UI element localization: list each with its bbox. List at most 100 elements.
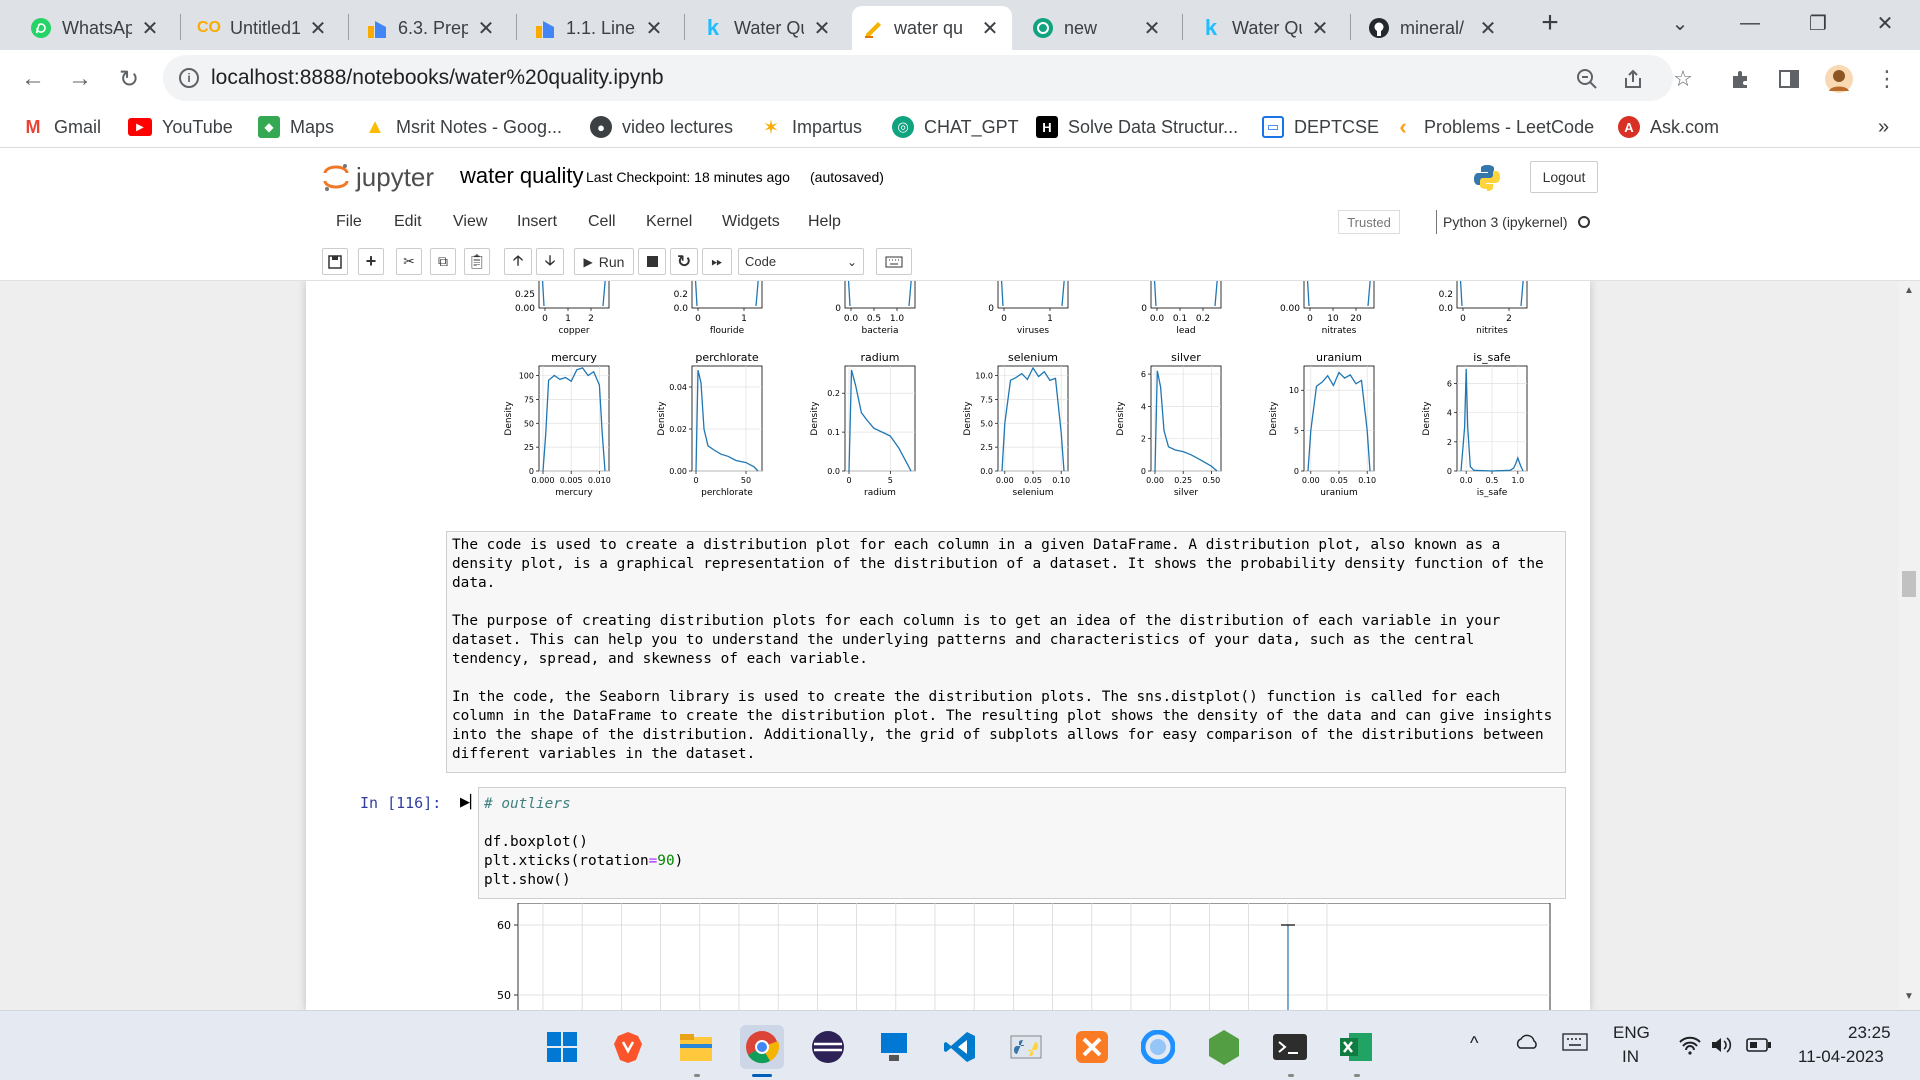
keyboard-tray-icon[interactable] bbox=[1562, 1033, 1588, 1051]
address-bar[interactable]: i localhost:8888/notebooks/water%20quali… bbox=[163, 55, 1673, 101]
close-icon[interactable]: ✕ bbox=[1308, 16, 1332, 41]
tab-jupyter-active[interactable]: water qu ✕ bbox=[852, 6, 1012, 50]
windows-start-icon[interactable] bbox=[540, 1025, 584, 1069]
close-icon[interactable]: ✕ bbox=[1140, 16, 1164, 41]
new-tab-button[interactable]: + bbox=[1520, 0, 1580, 46]
url-text[interactable]: localhost:8888/notebooks/water%20quality… bbox=[211, 66, 664, 90]
scroll-up-icon[interactable]: ▲ bbox=[1904, 285, 1914, 296]
chrome-icon[interactable] bbox=[740, 1025, 784, 1069]
run-button[interactable]: ▶ Run bbox=[574, 248, 634, 275]
close-icon[interactable]: ✕ bbox=[978, 16, 1002, 41]
side-panel-icon[interactable] bbox=[1774, 64, 1804, 94]
bookmark-solve-data-structures[interactable]: H Solve Data Structur... bbox=[1036, 114, 1238, 140]
vscode-icon[interactable] bbox=[938, 1025, 982, 1069]
paste-icon[interactable]: 📋︎ bbox=[464, 248, 490, 275]
menu-cell[interactable]: Cell bbox=[588, 213, 616, 231]
bookmark-ask[interactable]: A Ask.com bbox=[1618, 114, 1719, 140]
forward-arrow-icon[interactable]: → bbox=[63, 62, 97, 96]
notebook-name[interactable]: water quality bbox=[460, 163, 584, 189]
menu-kernel[interactable]: Kernel bbox=[646, 213, 692, 231]
reload-icon[interactable]: ↻ bbox=[112, 62, 146, 96]
menu-file[interactable]: File bbox=[336, 213, 362, 231]
save-icon[interactable] bbox=[322, 248, 348, 275]
interrupt-stop-icon[interactable] bbox=[638, 248, 666, 275]
close-icon[interactable]: ✕ bbox=[138, 16, 162, 41]
battery-icon[interactable] bbox=[1746, 1037, 1772, 1053]
restore-button[interactable]: ❐ bbox=[1788, 0, 1848, 46]
region-indicator[interactable]: IN bbox=[1622, 1047, 1639, 1067]
tab-kaggle-1[interactable]: k Water Qu ✕ bbox=[692, 6, 844, 50]
excel-icon[interactable] bbox=[1334, 1025, 1378, 1069]
window-close-button[interactable]: ✕ bbox=[1855, 0, 1915, 46]
cortana-circle-icon[interactable] bbox=[1136, 1025, 1180, 1069]
volume-icon[interactable] bbox=[1710, 1035, 1734, 1055]
clock-date[interactable]: 11-04-2023 bbox=[1798, 1047, 1884, 1067]
back-arrow-icon[interactable]: ← bbox=[16, 62, 50, 96]
bookmark-maps[interactable]: ◆ Maps bbox=[258, 114, 334, 140]
close-icon[interactable]: ✕ bbox=[810, 16, 834, 41]
bookmark-youtube[interactable]: ▶ YouTube bbox=[128, 114, 233, 140]
move-up-icon[interactable]: 🡡︎ bbox=[504, 248, 532, 275]
onedrive-icon[interactable] bbox=[1514, 1031, 1540, 1051]
tab-slides-2[interactable]: 1.1. Linea ✕ bbox=[524, 6, 676, 50]
menu-help[interactable]: Help bbox=[808, 213, 841, 231]
share-icon[interactable] bbox=[1618, 64, 1648, 94]
close-icon[interactable]: ✕ bbox=[474, 16, 498, 41]
xampp-icon[interactable] bbox=[1070, 1025, 1114, 1069]
language-indicator[interactable]: ENG bbox=[1613, 1023, 1650, 1043]
tab-search-chevron-icon[interactable]: ⌄ bbox=[1650, 0, 1710, 46]
close-icon[interactable]: ✕ bbox=[306, 16, 330, 41]
tab-kaggle-2[interactable]: k Water Qu ✕ bbox=[1190, 6, 1342, 50]
eclipse-icon[interactable] bbox=[806, 1025, 850, 1069]
vertical-scrollbar[interactable]: ▲ ▼ bbox=[1898, 281, 1920, 1010]
trusted-indicator[interactable]: Trusted bbox=[1338, 210, 1400, 234]
jupyter-logo[interactable]: jupyter bbox=[322, 161, 434, 193]
tab-chatgpt[interactable]: new ✕ bbox=[1022, 6, 1174, 50]
close-icon[interactable]: ✕ bbox=[1476, 16, 1500, 41]
extensions-icon[interactable] bbox=[1726, 64, 1756, 94]
cell-run-indicator-icon[interactable]: ▶▏ bbox=[460, 794, 480, 810]
zoom-icon[interactable] bbox=[1572, 64, 1602, 94]
restart-run-all-icon[interactable]: ⏩︎ bbox=[702, 248, 732, 275]
menu-widgets[interactable]: Widgets bbox=[722, 213, 780, 231]
code-cell[interactable]: # outliers df.boxplot() plt.xticks(rotat… bbox=[478, 787, 1566, 899]
bookmark-leetcode[interactable]: ‹ Problems - LeetCode bbox=[1392, 114, 1594, 140]
cell-type-select[interactable]: Code ⌄ bbox=[738, 248, 864, 275]
menu-edit[interactable]: Edit bbox=[394, 213, 422, 231]
profile-avatar[interactable] bbox=[1824, 64, 1854, 94]
browser-menu-icon[interactable]: ⋮ bbox=[1872, 64, 1902, 94]
kernel-indicator[interactable]: Python 3 (ipykernel) bbox=[1436, 210, 1590, 234]
insert-cell-plus-icon[interactable]: + bbox=[358, 248, 384, 275]
bookmark-deptcse[interactable]: ▭ DEPTCSE bbox=[1262, 114, 1379, 140]
bookmark-star-icon[interactable]: ☆ bbox=[1668, 64, 1698, 94]
bookmark-msrit-notes[interactable]: ▲ Msrit Notes - Goog... bbox=[364, 114, 562, 140]
tray-overflow-chevron-icon[interactable]: ^ bbox=[1470, 1033, 1478, 1054]
tab-whatsapp[interactable]: WhatsAp ✕ bbox=[20, 6, 172, 50]
menu-insert[interactable]: Insert bbox=[517, 213, 557, 231]
site-info-icon[interactable]: i bbox=[179, 68, 199, 88]
minimize-button[interactable]: — bbox=[1720, 0, 1780, 46]
bookmark-video-lectures[interactable]: ● video lectures bbox=[590, 114, 733, 140]
copy-icon[interactable]: ⧉ bbox=[430, 248, 456, 275]
python-idle-icon[interactable] bbox=[1004, 1025, 1048, 1069]
scrollbar-thumb[interactable] bbox=[1902, 571, 1916, 597]
tab-github[interactable]: mineral/ ✕ bbox=[1358, 6, 1510, 50]
bookmark-impartus[interactable]: ✶ Impartus bbox=[760, 114, 862, 140]
markdown-cell[interactable]: The code is used to create a distributio… bbox=[446, 531, 1566, 773]
cut-icon[interactable]: ✂ bbox=[396, 248, 422, 275]
clock-time[interactable]: 23:25 bbox=[1848, 1023, 1891, 1043]
device-manager-icon[interactable] bbox=[872, 1025, 916, 1069]
logout-button[interactable]: Logout bbox=[1530, 161, 1598, 193]
tab-colab[interactable]: CO Untitled1 ✕ bbox=[188, 6, 340, 50]
tab-slides-1[interactable]: 6.3. Prep ✕ bbox=[356, 6, 508, 50]
close-icon[interactable]: ✕ bbox=[642, 16, 666, 41]
menu-view[interactable]: View bbox=[453, 213, 487, 231]
brave-browser-icon[interactable] bbox=[606, 1025, 650, 1069]
keyboard-icon[interactable] bbox=[876, 248, 912, 275]
bookmark-gmail[interactable]: M Gmail bbox=[22, 114, 102, 140]
terminal-icon[interactable] bbox=[1268, 1025, 1312, 1069]
file-explorer-icon[interactable] bbox=[674, 1025, 718, 1069]
more-bookmarks-chevron-icon[interactable]: » bbox=[1878, 114, 1889, 140]
scroll-down-icon[interactable]: ▼ bbox=[1904, 991, 1914, 1002]
bookmark-chatgpt[interactable]: ◎ CHAT_GPT bbox=[892, 114, 1019, 140]
